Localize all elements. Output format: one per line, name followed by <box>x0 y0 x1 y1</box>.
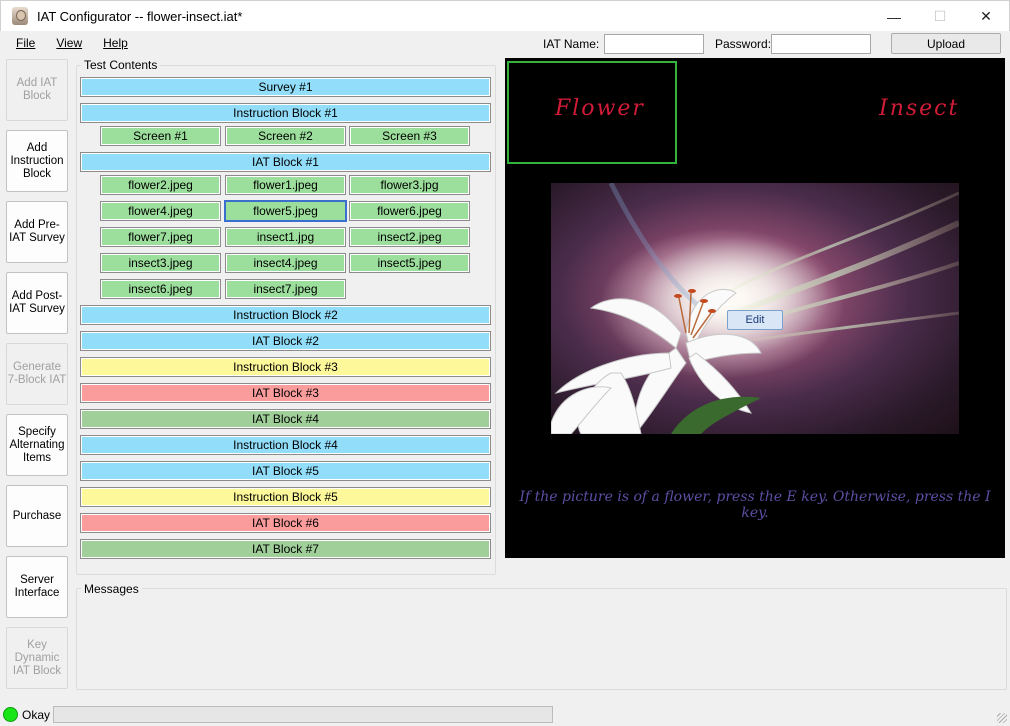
test-contents-label: Test Contents <box>81 58 161 72</box>
password-input[interactable] <box>771 34 871 54</box>
stimulus-item[interactable]: flower2.jpeg <box>100 175 221 195</box>
iat-block[interactable]: IAT Block #2 <box>80 331 491 351</box>
maximize-button[interactable]: ☐ <box>917 1 963 32</box>
stimulus-item[interactable]: flower3.jpg <box>349 175 470 195</box>
iat-block[interactable]: IAT Block #1 <box>80 152 491 172</box>
title-bar: IAT Configurator -- flower-insect.iat* —… <box>0 0 1010 31</box>
menu-view-label: View <box>56 36 83 50</box>
instruction-block[interactable]: Instruction Block #5 <box>80 487 491 507</box>
add-instruction-block-button[interactable]: Add Instruction Block <box>6 130 68 192</box>
stimulus-item[interactable]: insect6.jpeg <box>100 279 221 299</box>
iat-block[interactable]: IAT Block #3 <box>80 383 491 403</box>
specify-alternating-items-button[interactable]: Specify Alternating Items <box>6 414 68 476</box>
right-key-label: Insect <box>879 96 960 121</box>
flower-picture <box>551 183 959 434</box>
upload-button[interactable]: Upload <box>891 33 1001 54</box>
screen-item[interactable]: Screen #1 <box>100 126 221 146</box>
menu-file[interactable]: File <box>16 36 35 50</box>
instruction-block[interactable]: Instruction Block #4 <box>80 435 491 455</box>
iat-block[interactable]: IAT Block #6 <box>80 513 491 533</box>
instruction-block[interactable]: Instruction Block #3 <box>80 357 491 377</box>
stimulus-item[interactable]: flower4.jpeg <box>100 201 221 221</box>
menu-help-label: Help <box>103 36 128 50</box>
window-title: IAT Configurator -- flower-insect.iat* <box>37 8 243 24</box>
add-iat-block-button[interactable]: Add IAT Block <box>6 59 68 121</box>
menu-bar: File View Help <box>0 31 133 55</box>
stimulus-item[interactable]: flower6.jpeg <box>349 201 470 221</box>
instruction-block[interactable]: Instruction Block #1 <box>80 103 491 123</box>
menu-file-label: File <box>16 36 36 50</box>
app-icon <box>12 7 28 25</box>
stimulus-item[interactable]: insect3.jpeg <box>100 253 221 273</box>
key-dynamic-iat-block-button[interactable]: Key Dynamic IAT Block <box>6 627 68 689</box>
preview-panel: Flower Insect Edit If the picture is of … <box>505 58 1005 558</box>
menu-view[interactable]: View <box>56 36 82 50</box>
server-interface-button[interactable]: Server Interface <box>6 556 68 618</box>
iat-block[interactable]: IAT Block #4 <box>80 409 491 429</box>
left-key-label: Flower <box>555 96 645 121</box>
stimulus-item[interactable]: insect5.jpeg <box>349 253 470 273</box>
minimize-button[interactable]: — <box>871 1 917 32</box>
instructions-text: If the picture is of a flower, press the… <box>519 489 991 521</box>
resize-grip[interactable] <box>997 713 1007 723</box>
iat-block[interactable]: IAT Block #5 <box>80 461 491 481</box>
survey-block[interactable]: Survey #1 <box>80 77 491 97</box>
stimulus-item[interactable]: insect7.jpeg <box>225 279 346 299</box>
progress-bar <box>53 706 553 723</box>
stimulus-item[interactable]: flower7.jpeg <box>100 227 221 247</box>
messages-label: Messages <box>81 582 142 596</box>
add-pre-iat-survey-button[interactable]: Add Pre-IAT Survey <box>6 201 68 263</box>
menu-help[interactable]: Help <box>103 36 128 50</box>
stimulus-item[interactable]: flower5.jpeg <box>224 200 347 222</box>
iat-name-input[interactable] <box>604 34 704 54</box>
instruction-block[interactable]: Instruction Block #2 <box>80 305 491 325</box>
iat-name-label: IAT Name: <box>543 37 600 51</box>
add-post-iat-survey-button[interactable]: Add Post-IAT Survey <box>6 272 68 334</box>
stimulus-item[interactable]: insect4.jpeg <box>225 253 346 273</box>
stimulus-item[interactable]: flower1.jpeg <box>225 175 346 195</box>
status-bar: Okay <box>0 703 1010 726</box>
status-text: Okay <box>22 707 51 722</box>
close-button[interactable]: ✕ <box>963 1 1009 32</box>
iat-block[interactable]: IAT Block #7 <box>80 539 491 559</box>
generate-7-block-iat-button[interactable]: Generate 7-Block IAT <box>6 343 68 405</box>
stimulus-item[interactable]: insect2.jpeg <box>349 227 470 247</box>
screen-item[interactable]: Screen #3 <box>349 126 470 146</box>
messages-group <box>76 588 1007 690</box>
window-controls: — ☐ ✕ <box>871 1 1009 32</box>
screen-item[interactable]: Screen #2 <box>225 126 346 146</box>
stimulus-item[interactable]: insect1.jpg <box>225 227 346 247</box>
password-label: Password: <box>715 37 772 51</box>
purchase-button[interactable]: Purchase <box>6 485 68 547</box>
status-indicator <box>3 707 18 722</box>
stimulus-image <box>551 183 959 434</box>
edit-button[interactable]: Edit <box>727 310 783 330</box>
